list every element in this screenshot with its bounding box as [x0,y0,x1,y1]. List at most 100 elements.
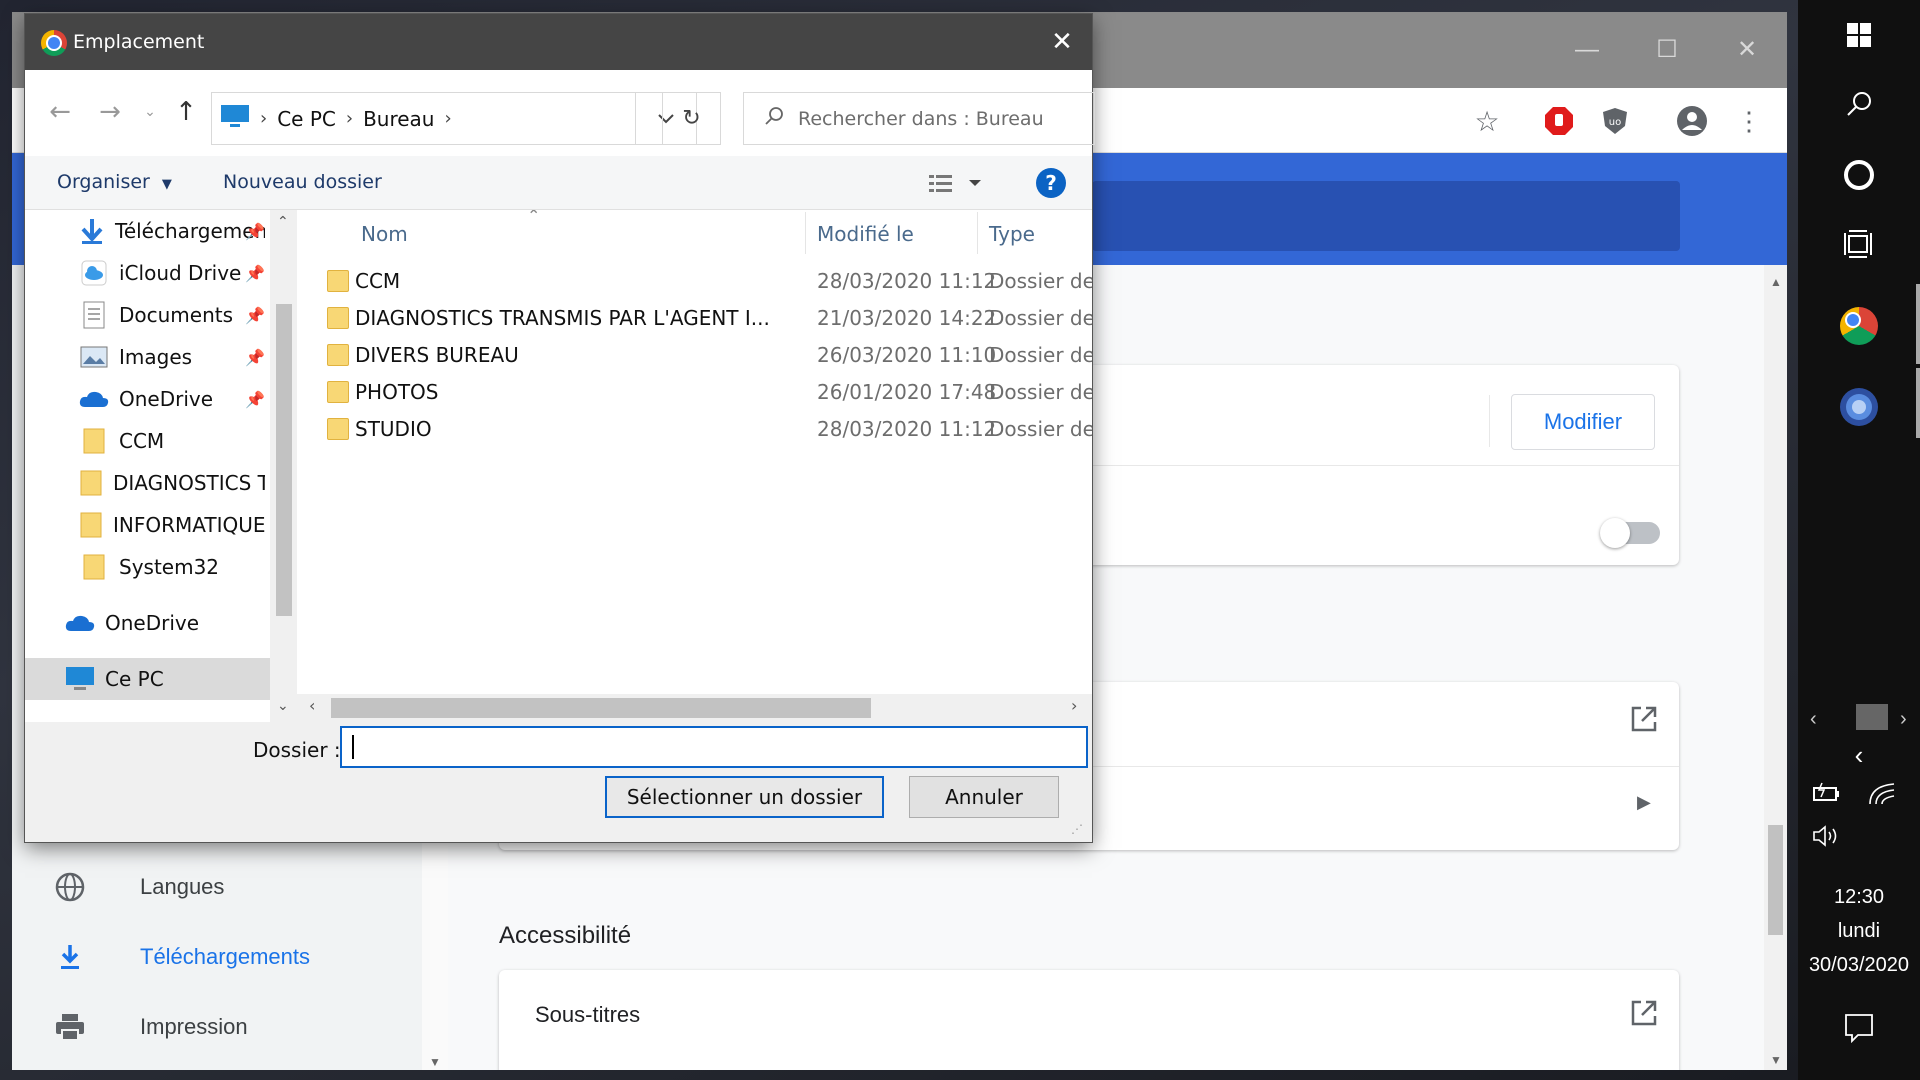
address-bar[interactable]: › Ce PC › Bureau › [211,92,697,145]
tray-scroll-left-icon[interactable]: ‹ [1810,708,1817,731]
wifi-icon[interactable] [1868,782,1896,811]
tree-item-onedrive-pinned[interactable]: OneDrive [79,380,249,418]
tree-item-system32[interactable]: System32 [79,548,265,586]
chrome-taskbar-icon[interactable] [1798,304,1920,348]
column-divider [805,212,806,254]
tree-item-downloads[interactable]: Téléchargements [79,212,265,250]
adblock-icon[interactable] [1542,104,1576,138]
open-external-subtitles-icon[interactable] [1629,998,1659,1033]
maximize-icon[interactable]: ☐ [1637,30,1697,70]
tree-item-icloud[interactable]: iCloud Drive [79,254,249,292]
open-external-icon[interactable] [1629,704,1659,739]
action-center-icon[interactable] [1798,1010,1920,1046]
tree-item-onedrive[interactable]: OneDrive [65,604,265,642]
app-globe-taskbar-icon[interactable] [1798,384,1920,430]
dropdown-caret-icon: ▼ [161,177,172,192]
nav-item-languages[interactable]: Langues [52,867,224,907]
forward-arrow-icon[interactable]: → [95,92,125,132]
tree-scrollbar[interactable]: ⌃ ⌄ [270,210,297,722]
pc-monitor-icon [220,104,250,133]
dialog-titlebar: Emplacement ✕ [25,14,1092,70]
column-header-name[interactable]: Nom [361,222,408,246]
folder-icon [327,307,349,329]
select-folder-button[interactable]: Sélectionner un dossier [605,776,884,818]
breadcrumb-bureau[interactable]: Bureau [363,107,434,131]
help-icon[interactable]: ? [1036,168,1066,198]
clock-day[interactable]: lundi [1798,920,1920,943]
settings-search-bar[interactable] [1092,181,1680,251]
ublock-shield-icon[interactable]: uo [1598,104,1632,138]
file-row[interactable]: PHOTOS 26/01/2020 17:48 Dossier de [297,375,1092,409]
search-icon[interactable] [1798,86,1920,122]
tree-label: System32 [119,555,220,579]
tree-item-ccm[interactable]: CCM [79,422,265,460]
modify-button[interactable]: Modifier [1511,394,1655,450]
view-options-icon[interactable] [927,172,983,200]
column-header-type[interactable]: Type [989,222,1035,246]
search-input[interactable]: Rechercher dans : Bureau [743,92,1095,145]
folder-icon [327,344,349,366]
clock-time[interactable]: 12:30 [1798,886,1920,909]
globe-icon [52,869,88,905]
file-row[interactable]: CCM 28/03/2020 11:12 Dossier de [297,264,1092,298]
file-row[interactable]: DIAGNOSTICS TRANSMIS PAR L'AGENT I... 21… [297,301,1092,335]
clock-date[interactable]: 30/03/2020 [1798,954,1920,977]
chevron-left-icon[interactable]: ‹ [1798,740,1920,770]
back-arrow-icon[interactable]: ← [45,92,75,132]
star-bookmark-icon[interactable]: ☆ [1470,104,1504,138]
profile-avatar-icon[interactable] [1675,104,1709,138]
task-view-icon[interactable] [1798,226,1920,262]
new-folder-button[interactable]: Nouveau dossier [223,171,382,193]
tray-scroll-right-icon[interactable]: › [1900,708,1907,731]
tree-item-ce-pc[interactable]: Ce PC [65,660,265,698]
onedrive-cloud-icon [79,384,109,414]
chevron-right-icon[interactable]: ▶ [1637,792,1651,813]
organize-button[interactable]: Organiser ▼ [57,171,172,193]
section-title-accessibility: Accessibilité [499,922,632,949]
tree-scroll-thumb[interactable] [276,304,292,616]
folder-name-input[interactable] [340,726,1088,768]
dialog-title: Emplacement [73,31,205,53]
scroll-down-icon[interactable]: ⌄ [277,698,289,714]
volume-icon[interactable] [1812,824,1842,853]
download-arrow-icon [79,216,105,246]
up-arrow-icon[interactable]: ↑ [171,92,201,132]
file-row[interactable]: STUDIO 28/03/2020 11:12 Dossier de [297,412,1092,446]
resize-grip-icon[interactable]: ⋰ [1071,822,1083,836]
tree-item-diagnostics[interactable]: DIAGNOSTICS TR [79,464,265,502]
svg-text:uo: uo [1609,117,1621,128]
tray-scroll-thumb[interactable] [1856,704,1888,730]
scroll-left-icon[interactable]: ‹ [309,696,315,715]
settings-toggle[interactable] [1600,518,1660,548]
battery-charging-icon[interactable] [1812,782,1842,809]
recent-chevron-icon[interactable]: ⌄ [135,92,165,132]
cortana-icon[interactable] [1798,156,1920,194]
navigation-tree: Téléchargements 📌 iCloud Drive 📌 Documen… [25,210,297,722]
hscroll-thumb[interactable] [331,698,871,718]
refresh-icon[interactable]: ↻ [662,92,721,145]
scroll-right-icon[interactable]: › [1071,696,1077,715]
subtitles-label[interactable]: Sous-titres [535,1002,640,1028]
tree-label: DIAGNOSTICS TR [113,471,265,495]
nav-item-printing[interactable]: Impression [52,1007,248,1047]
tree-item-documents[interactable]: Documents [79,296,249,334]
page-scrollbar[interactable]: ▲ ▼ [1764,265,1787,1070]
close-window-icon[interactable]: ✕ [1717,30,1777,70]
nav-item-downloads[interactable]: Téléchargements [52,937,310,977]
cancel-button[interactable]: Annuler [909,776,1059,818]
column-header-modified[interactable]: Modifié le [817,222,914,246]
tree-label: CCM [119,429,165,453]
scroll-up-icon[interactable]: ⌃ [277,214,289,230]
file-list-hscrollbar[interactable]: ‹ › [297,694,1092,722]
tree-item-informatique[interactable]: INFORMATIQUE [79,506,265,544]
kebab-menu-icon[interactable]: ⋮ [1732,104,1766,138]
minimize-icon[interactable]: — [1557,30,1617,70]
tree-item-images[interactable]: Images [79,338,249,376]
folder-picker-dialog: Emplacement ✕ ← → ⌄ ↑ › Ce PC › Bureau ›… [25,14,1095,842]
dialog-close-icon[interactable]: ✕ [1046,26,1078,58]
windows-start-icon[interactable] [1798,18,1920,52]
file-row[interactable]: DIVERS BUREAU 26/03/2020 11:10 Dossier d… [297,338,1092,372]
file-type: Dossier de [989,380,1092,404]
breadcrumb-ce-pc[interactable]: Ce PC [277,107,336,131]
tree-label: Téléchargements [115,219,265,243]
